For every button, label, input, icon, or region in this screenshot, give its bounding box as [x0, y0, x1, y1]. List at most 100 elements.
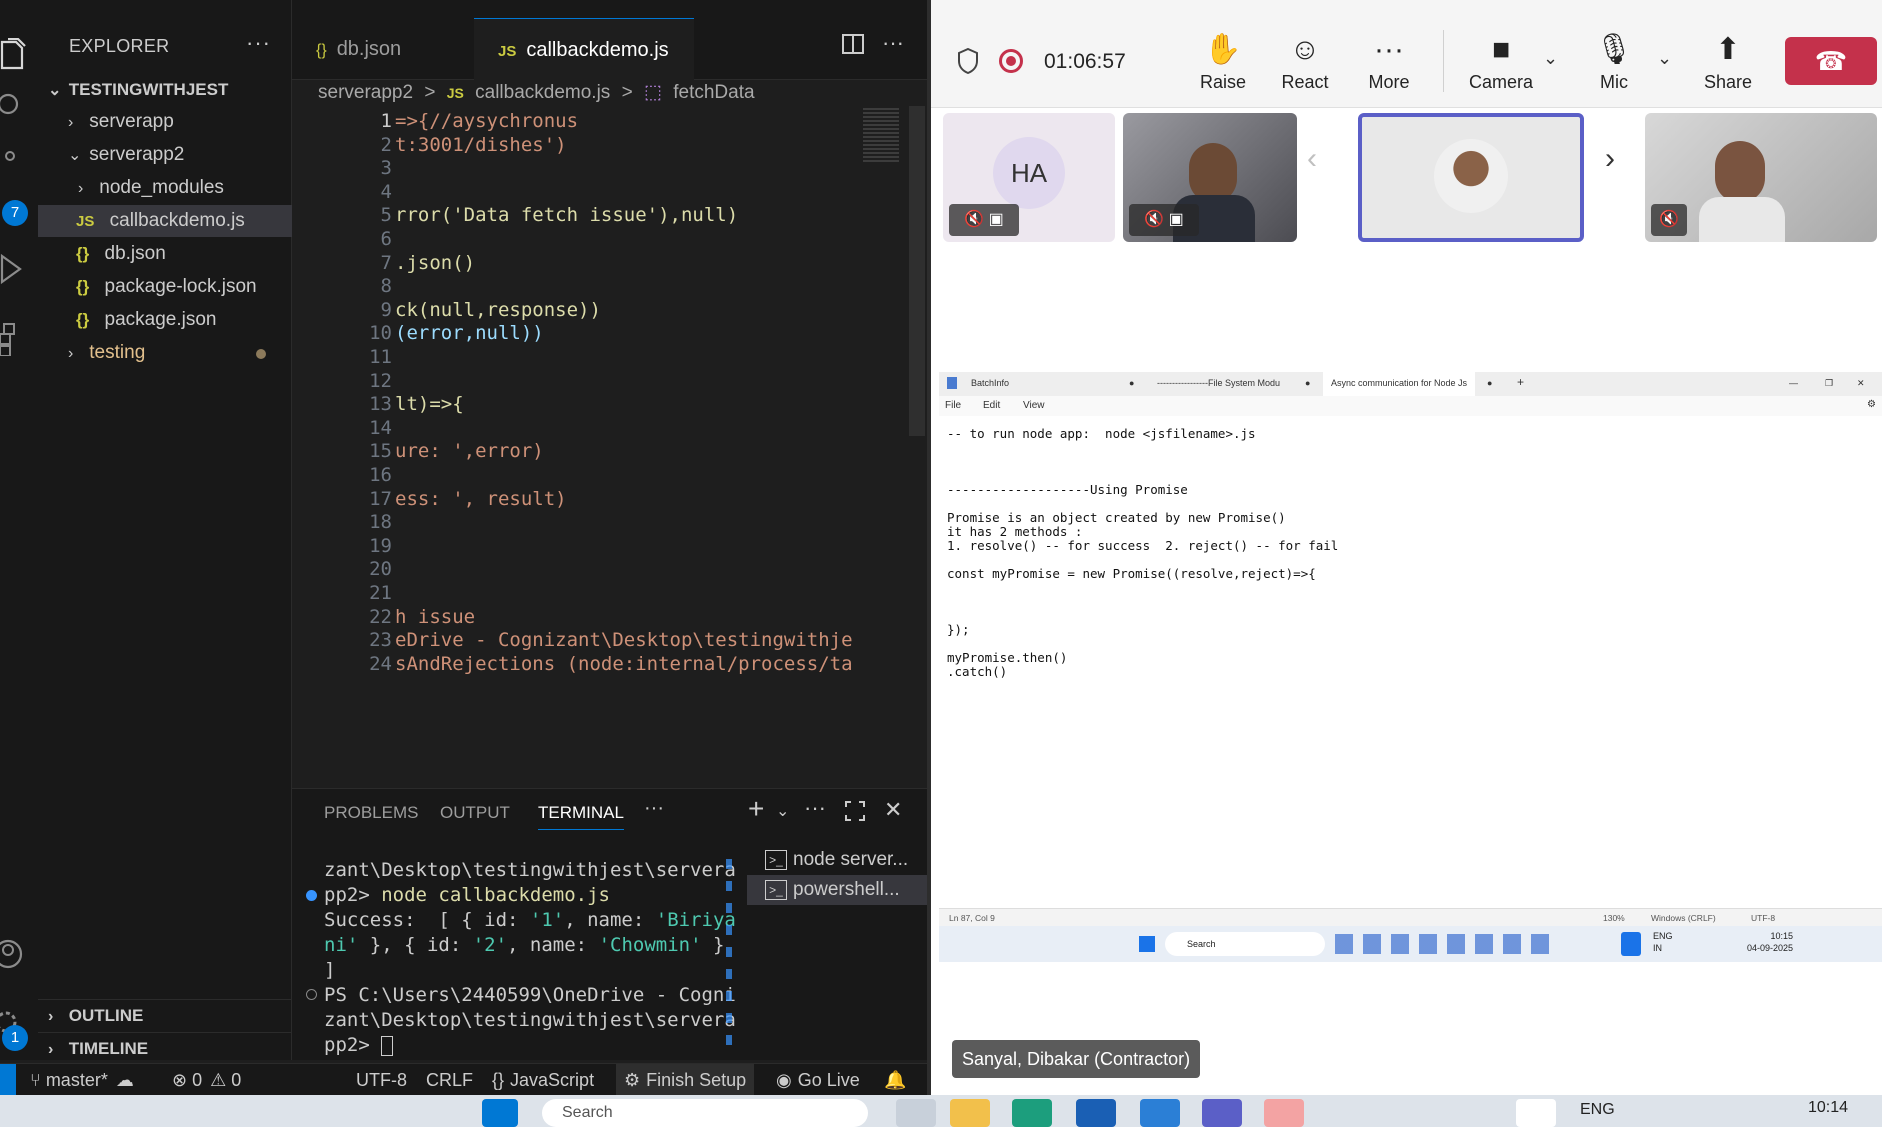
close-panel-icon[interactable]: ✕ — [884, 797, 902, 823]
accounts-icon[interactable] — [0, 936, 38, 974]
shared-screen-notepad[interactable]: BatchInfo ● -----------------File System… — [939, 372, 1882, 962]
participant-tile-active[interactable] — [1358, 113, 1584, 242]
tab-close-dot[interactable]: ● — [1305, 378, 1310, 388]
mic-options-chevron-icon[interactable]: ⌄ — [1657, 48, 1672, 69]
explorer-icon[interactable] — [0, 37, 38, 76]
file-explorer-icon[interactable] — [950, 1099, 990, 1127]
camera-button[interactable]: ■ Camera — [1461, 28, 1541, 93]
participant-tile-ha[interactable]: HA 🔇 ▣ — [943, 113, 1115, 242]
leave-call-button[interactable]: ☎ — [1785, 37, 1877, 85]
settings-gear-icon[interactable]: ⚙ — [1867, 399, 1876, 410]
terminal-line: PS C:\Users\2440599\OneDrive - Cogni — [324, 984, 736, 1006]
restore-icon[interactable]: ❐ — [1825, 378, 1833, 389]
outlook-icon[interactable] — [1076, 1099, 1116, 1127]
breadcrumb-file[interactable]: callbackdemo.js — [475, 82, 610, 103]
menu-view[interactable]: View — [1023, 400, 1045, 411]
problems-count[interactable]: ⊗ 0 ⚠ 0 — [172, 1064, 241, 1096]
notepad-tabs: BatchInfo ● -----------------File System… — [939, 372, 1882, 396]
more-button[interactable]: ··· More — [1349, 28, 1429, 93]
notepad-tab[interactable]: BatchInfo — [971, 378, 1009, 388]
notepad-tab[interactable]: -----------------File System Modu — [1157, 378, 1280, 388]
tree-item-package-lock[interactable]: {} package-lock.json — [38, 271, 292, 303]
breadcrumb-folder[interactable]: serverapp2 — [318, 82, 413, 103]
raise-hand-button[interactable]: ✋ Raise — [1183, 28, 1263, 93]
line-number: 9 — [380, 298, 392, 321]
participant-tile-video-1[interactable]: 🔇 ▣ — [1123, 113, 1297, 242]
encoding-status[interactable]: UTF-8 — [356, 1064, 407, 1096]
timeline-section[interactable]: › TIMELINE — [38, 1032, 292, 1064]
breadcrumb-symbol[interactable]: fetchData — [673, 82, 754, 103]
tab-output[interactable]: OUTPUT — [440, 803, 510, 823]
tab-problems[interactable]: PROBLEMS — [324, 803, 418, 823]
tree-item-node-modules[interactable]: › node_modules — [38, 172, 292, 204]
terminal-instance-powershell[interactable]: >_ powershell... — [747, 875, 927, 905]
chevron-down-icon[interactable]: ⌄ — [776, 801, 789, 821]
search-icon[interactable] — [0, 92, 38, 130]
mic-button[interactable]: 🎙 Mic — [1574, 28, 1654, 93]
tree-item-serverapp2[interactable]: ⌄ serverapp2 — [38, 139, 292, 171]
notifications-bell-icon[interactable]: 🔔 — [884, 1064, 906, 1096]
teams-icon[interactable] — [1202, 1099, 1242, 1127]
go-live-button[interactable]: ◉ Go Live — [776, 1064, 860, 1096]
run-debug-icon[interactable] — [0, 252, 38, 290]
explorer-more-button[interactable]: ··· — [246, 30, 271, 56]
code-line: rror('Data fetch issue'),null) — [395, 204, 739, 227]
notepad-line: -- to run node app: node <jsfilename>.js — [947, 426, 1256, 441]
outline-section[interactable]: › OUTLINE — [38, 999, 292, 1031]
prev-participants-chevron-icon[interactable]: ‹ — [1307, 142, 1317, 176]
app-icon[interactable] — [1264, 1099, 1304, 1127]
tree-item-serverapp[interactable]: › serverapp — [38, 106, 292, 138]
new-terminal-icon[interactable]: + — [748, 793, 764, 825]
next-participants-chevron-icon[interactable]: › — [1605, 142, 1615, 176]
tab-close-dot[interactable]: ● — [1487, 378, 1492, 388]
new-tab-icon[interactable]: + — [1517, 375, 1524, 389]
extensions-icon[interactable] — [0, 322, 38, 360]
source-control-icon[interactable] — [0, 148, 38, 186]
terminal-instance-node[interactable]: >_ node server... — [747, 845, 927, 875]
language-indicator[interactable]: ENG — [1580, 1101, 1615, 1119]
vscode-icon[interactable] — [1140, 1099, 1180, 1127]
panel-more-icon[interactable]: ··· — [644, 797, 664, 820]
line-number: 14 — [369, 416, 392, 439]
tree-item-package-json[interactable]: {} package.json — [38, 304, 292, 336]
tree-item-testing[interactable]: › testing — [38, 337, 292, 369]
tab-callbackdemo[interactable]: JScallbackdemo.js ✕ — [474, 18, 694, 124]
code-editor[interactable]: 1 2 3 4 5 6 7 8 9 10 11 12 13 14 15 16 17 18 19 20 21 22 23 24 … — [292, 106, 927, 788]
editor-scrollbar[interactable] — [909, 106, 925, 436]
split-editor-icon[interactable] — [842, 34, 866, 56]
terminal-more-icon[interactable]: ··· — [804, 795, 826, 821]
language-status[interactable]: {} JavaScript — [492, 1064, 594, 1096]
tree-item-db-json[interactable]: {} db.json — [38, 238, 292, 270]
editor-more-icon[interactable]: ··· — [882, 30, 904, 56]
eol-status[interactable]: CRLF — [426, 1064, 473, 1096]
remote-indicator[interactable] — [0, 1064, 16, 1096]
react-button[interactable]: ☺ React — [1265, 28, 1345, 93]
share-button[interactable]: ⬆ Share — [1688, 28, 1768, 93]
mic-muted-icon[interactable] — [1516, 1099, 1556, 1127]
git-branch[interactable]: ⑂ master* ☁ — [30, 1064, 134, 1096]
clock[interactable]: 10:14 — [1808, 1099, 1848, 1117]
close-icon[interactable]: ✕ — [1857, 378, 1865, 389]
menu-edit[interactable]: Edit — [983, 400, 1000, 411]
tab-db-json[interactable]: {} db.json — [292, 18, 474, 80]
edge-icon[interactable] — [1012, 1099, 1052, 1127]
menu-file[interactable]: File — [945, 400, 961, 411]
windows-start-icon[interactable] — [482, 1099, 518, 1127]
tab-terminal[interactable]: TERMINAL — [538, 803, 624, 830]
line-number: 6 — [380, 228, 392, 250]
workspace-root[interactable]: ⌄ TESTINGWITHJEST — [38, 74, 292, 106]
line-number: 10 — [369, 322, 392, 345]
minimap[interactable] — [857, 106, 909, 788]
task-view-icon[interactable] — [896, 1099, 936, 1127]
breadcrumb-separator: > — [424, 82, 436, 103]
minimize-icon[interactable]: — — [1789, 378, 1798, 388]
terminal-scrollbar[interactable] — [726, 859, 732, 1049]
notepad-tab-active[interactable]: Async communication for Node Js — [1323, 372, 1476, 396]
maximize-panel-icon[interactable] — [845, 801, 865, 821]
taskbar-search[interactable]: Search — [542, 1099, 868, 1127]
camera-options-chevron-icon[interactable]: ⌄ — [1543, 48, 1558, 69]
participant-tile-video-2[interactable]: 🔇 — [1645, 113, 1877, 242]
tab-close-dot[interactable]: ● — [1129, 378, 1134, 388]
tree-item-callbackdemo[interactable]: JS callbackdemo.js — [38, 205, 292, 237]
finish-setup-button[interactable]: ⚙ Finish Setup — [616, 1064, 755, 1096]
